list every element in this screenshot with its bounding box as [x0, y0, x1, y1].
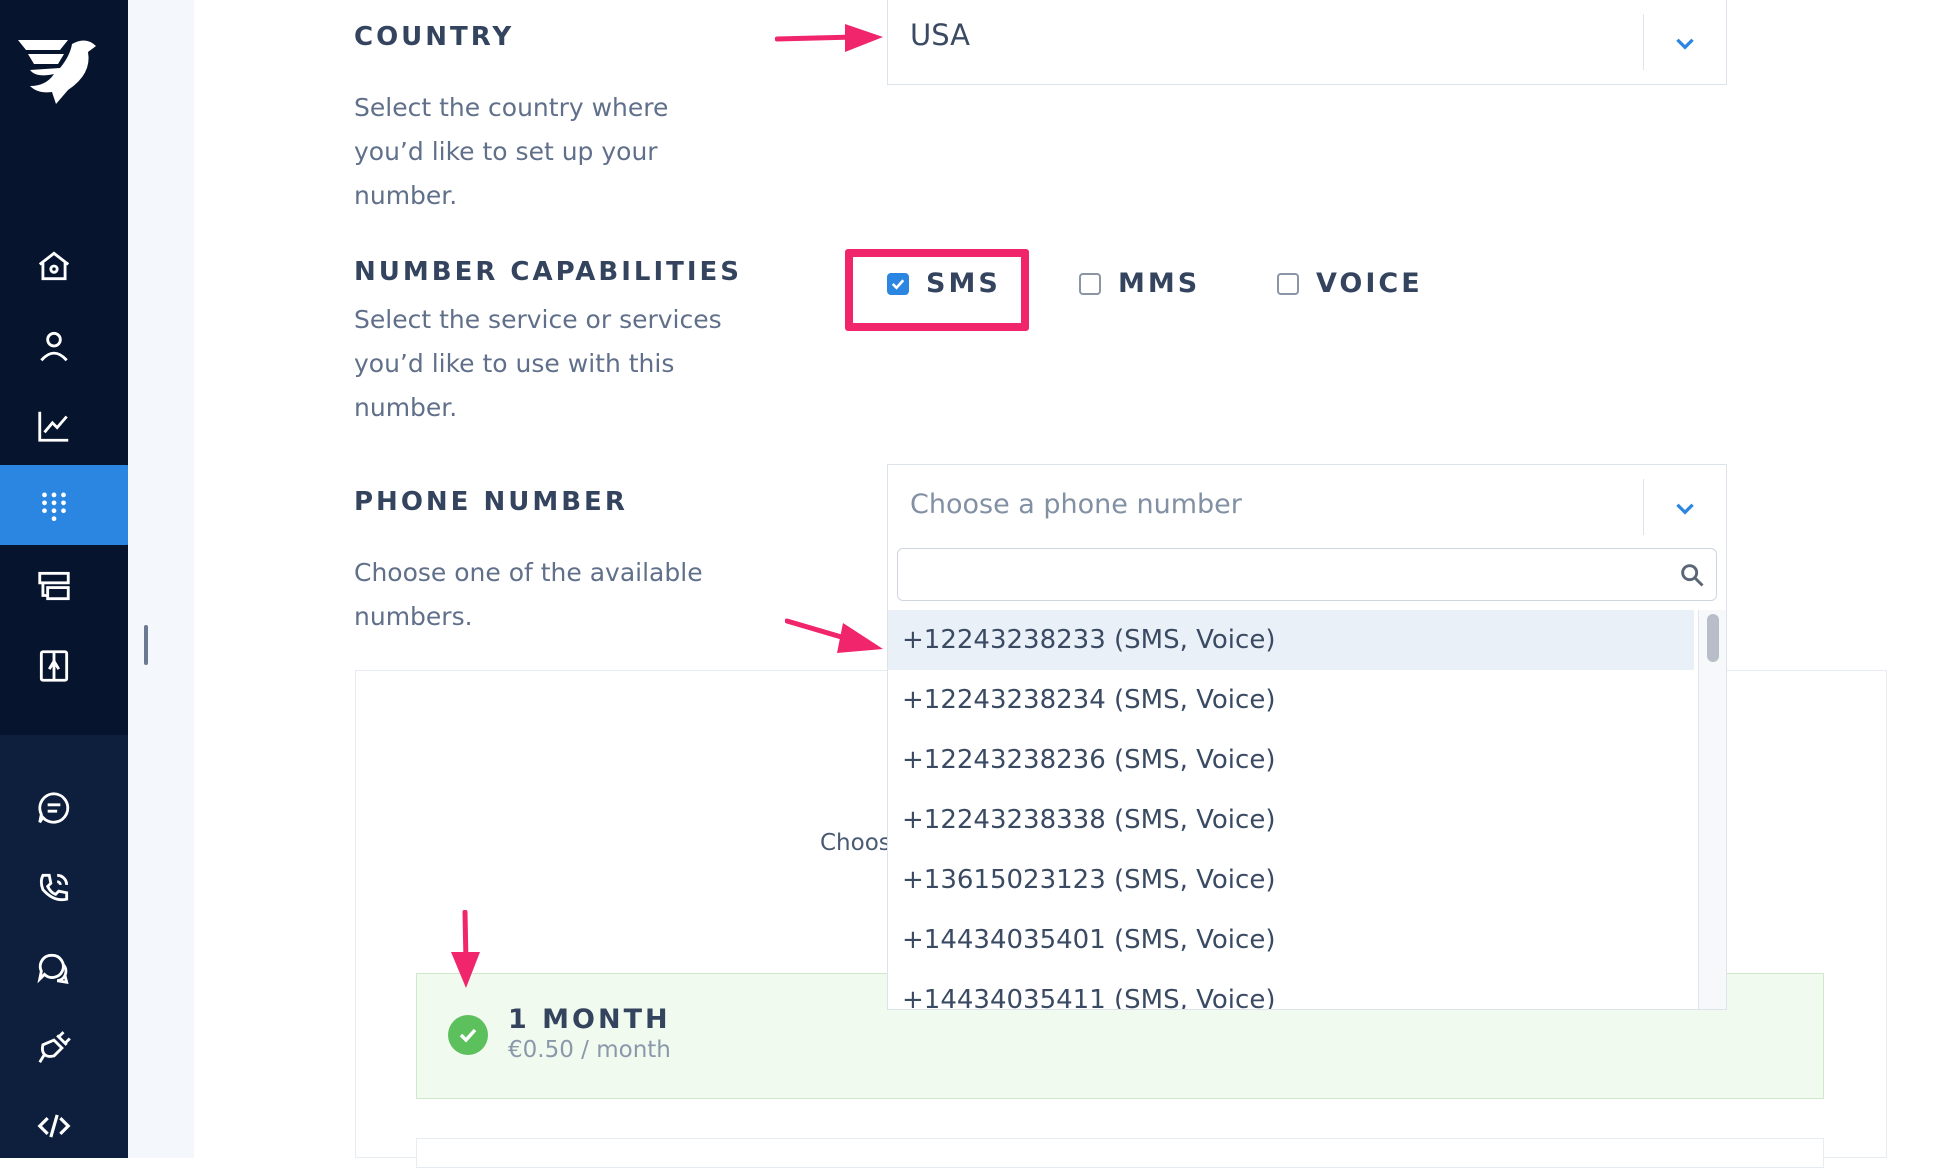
select-divider	[1643, 479, 1644, 535]
sidebar-item-analytics[interactable]	[28, 400, 80, 452]
mms-checkbox-option[interactable]: MMS	[1079, 268, 1200, 299]
phone-option[interactable]: +12243238338 (SMS, Voice)	[888, 790, 1694, 850]
phone-search-input[interactable]	[898, 549, 1686, 599]
sms-checkbox[interactable]	[887, 272, 909, 295]
dropdown-scrollbar[interactable]	[1698, 610, 1726, 1009]
sidebar-item-voice[interactable]	[28, 862, 80, 914]
developers-icon	[37, 1114, 71, 1138]
country-select[interactable]: USA	[887, 0, 1727, 85]
voice-checkbox[interactable]	[1277, 272, 1299, 295]
phone-number-placeholder: Choose a phone number	[910, 489, 1242, 520]
connectors-icon	[38, 1031, 71, 1063]
capabilities-title: NUMBER CAPABILITIES	[354, 257, 743, 287]
sidebar-item-home[interactable]	[28, 240, 80, 292]
select-divider	[1643, 14, 1644, 70]
phone-options-list: +12243238233 (SMS, Voice) +12243238234 (…	[888, 610, 1694, 1009]
sidebar-item-contacts[interactable]	[28, 320, 80, 372]
scrollbar-thumb[interactable]	[1707, 614, 1719, 662]
contacts-icon	[40, 331, 68, 362]
phone-option[interactable]: +12243238234 (SMS, Voice)	[888, 670, 1694, 730]
sms-checkbox-option[interactable]: SMS	[887, 268, 1001, 299]
plan-price: €0.50 / month	[508, 1037, 671, 1063]
capabilities-description: Select the service or services you’d lik…	[354, 305, 722, 422]
annotation-arrow-icon	[775, 24, 883, 52]
annotation-arrow-icon	[451, 910, 480, 988]
country-description: Select the country where you’d like to s…	[354, 93, 669, 210]
conversations-icon	[37, 953, 69, 985]
country-title: COUNTRY	[354, 22, 515, 52]
voice-label: VOICE	[1316, 268, 1423, 299]
voice-icon	[39, 873, 69, 902]
sidebar-item-connectors[interactable]	[28, 1022, 80, 1074]
resize-handle[interactable]	[144, 625, 148, 665]
plan-card-next[interactable]	[416, 1138, 1824, 1168]
phone-number-title: PHONE NUMBER	[354, 487, 628, 517]
checkmark-icon	[891, 278, 905, 290]
phone-option[interactable]: +13615023123 (SMS, Voice)	[888, 850, 1694, 910]
phone-search-field[interactable]	[897, 548, 1717, 601]
sidebar-item-developers[interactable]	[28, 1100, 80, 1152]
sms-label: SMS	[926, 268, 1001, 299]
voice-checkbox-option[interactable]: VOICE	[1277, 268, 1423, 299]
phone-number-select[interactable]: Choose a phone number	[887, 464, 1727, 549]
plan-panel-text: Choos	[820, 830, 891, 856]
search-icon	[1681, 564, 1704, 587]
plan-title: 1 MONTH	[508, 1004, 671, 1035]
messagebird-logo[interactable]	[16, 34, 100, 106]
country-select-value: USA	[910, 18, 971, 52]
flow-icon	[39, 650, 69, 682]
phone-option[interactable]: +12243238233 (SMS, Voice)	[888, 610, 1694, 670]
phone-option[interactable]: +14434035411 (SMS, Voice)	[888, 970, 1694, 1009]
mms-checkbox[interactable]	[1079, 272, 1101, 295]
phone-option[interactable]: +14434035401 (SMS, Voice)	[888, 910, 1694, 970]
numbers-grid-icon	[42, 492, 66, 522]
sidebar-item-flow[interactable]	[28, 640, 80, 692]
analytics-icon	[38, 411, 69, 442]
annotation-arrow-icon	[785, 618, 883, 653]
selected-check-icon	[448, 1015, 488, 1055]
chat-icon	[38, 792, 70, 824]
sidebar	[0, 0, 136, 1158]
home-icon	[38, 251, 70, 281]
sidebar-gutter	[128, 0, 194, 1158]
mms-label: MMS	[1118, 268, 1201, 299]
phone-number-dropdown: +12243238233 (SMS, Voice) +12243238234 (…	[887, 540, 1727, 1010]
chevron-down-icon	[1676, 503, 1694, 515]
sidebar-item-chat[interactable]	[28, 782, 80, 834]
inbox-icon	[38, 571, 70, 601]
chevron-down-icon	[1676, 38, 1694, 50]
sidebar-item-inbox[interactable]	[28, 560, 80, 612]
sidebar-item-conversations[interactable]	[28, 942, 80, 994]
sidebar-item-numbers[interactable]	[28, 480, 80, 532]
phone-number-description: Choose one of the available numbers.	[354, 558, 703, 631]
phone-option[interactable]: +12243238236 (SMS, Voice)	[888, 730, 1694, 790]
